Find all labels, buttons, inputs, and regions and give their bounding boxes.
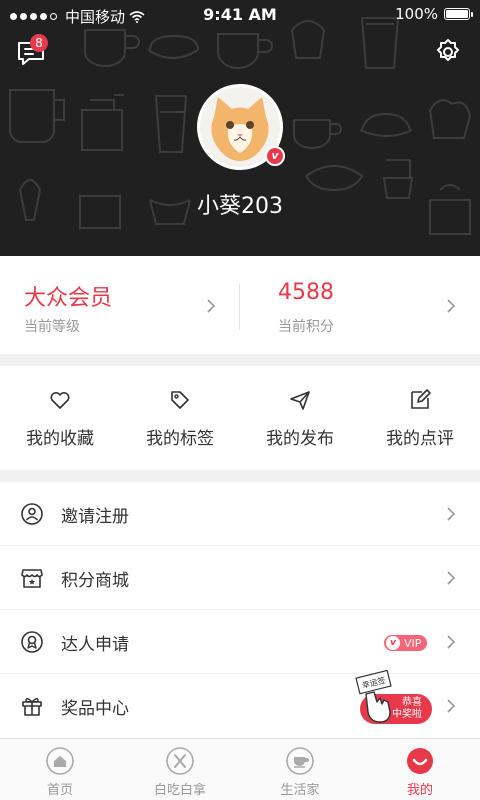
verified-badge: v [265, 146, 285, 166]
action-label: 我的发布 [266, 429, 334, 449]
chevron-right-icon [447, 635, 456, 649]
action-label: 我的收藏 [26, 429, 94, 449]
battery-level-fill [446, 10, 468, 18]
tab-home[interactable]: 首页 [0, 739, 120, 800]
chevron-right-icon [447, 299, 456, 313]
profile-icon [407, 748, 433, 774]
tab-label: 我的 [406, 783, 433, 798]
tab-label: 生活家 [280, 783, 320, 798]
level-label: 当前等级 [24, 319, 80, 335]
menu-item-store[interactable]: 积分商城 [0, 546, 480, 610]
message-count-badge: 8 [30, 34, 48, 52]
points-value: 4588 [278, 280, 334, 305]
menu-label: 积分商城 [61, 571, 129, 591]
status-bar: 中国移动 9:41 AM 100% [0, 0, 480, 30]
chevron-right-icon [207, 299, 216, 313]
tab-lifestyle[interactable]: 生活家 [240, 739, 360, 800]
action-posts[interactable]: 我的发布 [240, 366, 360, 470]
points-balance[interactable]: 4588 当前积分 [254, 256, 480, 354]
action-label: 我的标签 [146, 429, 214, 449]
tab-label: 白吃白拿 [153, 783, 206, 798]
cup-icon [286, 747, 314, 775]
membership-level[interactable]: 大众会员 当前等级 [0, 256, 240, 354]
menu-item-invite[interactable]: 邀请注册 [0, 482, 480, 546]
lucky-sign-hand-icon[interactable]: 幸运签 [354, 670, 394, 728]
tag-icon [171, 391, 189, 409]
quick-actions: 我的收藏 我的标签 我的发布 我的点评 [0, 366, 480, 470]
status-right: 100% [395, 5, 473, 23]
badge-icon [21, 631, 43, 653]
bottom-tab-bar: 首页 白吃白拿 生活家 我的 [0, 738, 480, 800]
action-favorites[interactable]: 我的收藏 [0, 366, 120, 470]
send-icon [290, 391, 310, 410]
username: 小葵203 [197, 194, 283, 219]
chevron-right-icon [447, 507, 456, 521]
battery-percent: 100% [395, 5, 438, 23]
menu-item-expert-apply[interactable]: 达人申请 v VIP [0, 610, 480, 674]
chevron-right-icon [447, 571, 456, 585]
chevron-right-icon [447, 699, 456, 713]
gift-icon [22, 698, 42, 716]
menu-label: 邀请注册 [61, 507, 129, 527]
heart-icon [50, 391, 70, 409]
menu-label: 达人申请 [61, 635, 129, 655]
action-tags[interactable]: 我的标签 [120, 366, 240, 470]
profile-header: 中国移动 9:41 AM 100% 8 v 小葵203 [0, 0, 480, 256]
invite-icon [21, 503, 43, 525]
stats-divider [239, 284, 240, 330]
battery-icon [444, 8, 473, 20]
tab-label: 首页 [46, 783, 73, 798]
menu-label: 奖品中心 [61, 699, 129, 719]
action-reviews[interactable]: 我的点评 [360, 366, 480, 470]
cutlery-icon [166, 747, 194, 775]
edit-icon [411, 389, 431, 409]
tab-freebies[interactable]: 白吃白拿 [120, 739, 240, 800]
tab-mine[interactable]: 我的 [360, 739, 480, 800]
vip-tag: v VIP [384, 635, 428, 651]
home-icon [46, 747, 74, 775]
store-icon [21, 569, 43, 588]
settings-gear-icon[interactable] [434, 38, 462, 66]
level-value: 大众会员 [24, 286, 113, 311]
action-label: 我的点评 [386, 429, 454, 449]
vip-tag-label: VIP [404, 636, 422, 650]
points-label: 当前积分 [278, 319, 334, 335]
member-stats: 大众会员 当前等级 4588 当前积分 [0, 256, 480, 354]
vip-v-icon: v [386, 636, 400, 650]
